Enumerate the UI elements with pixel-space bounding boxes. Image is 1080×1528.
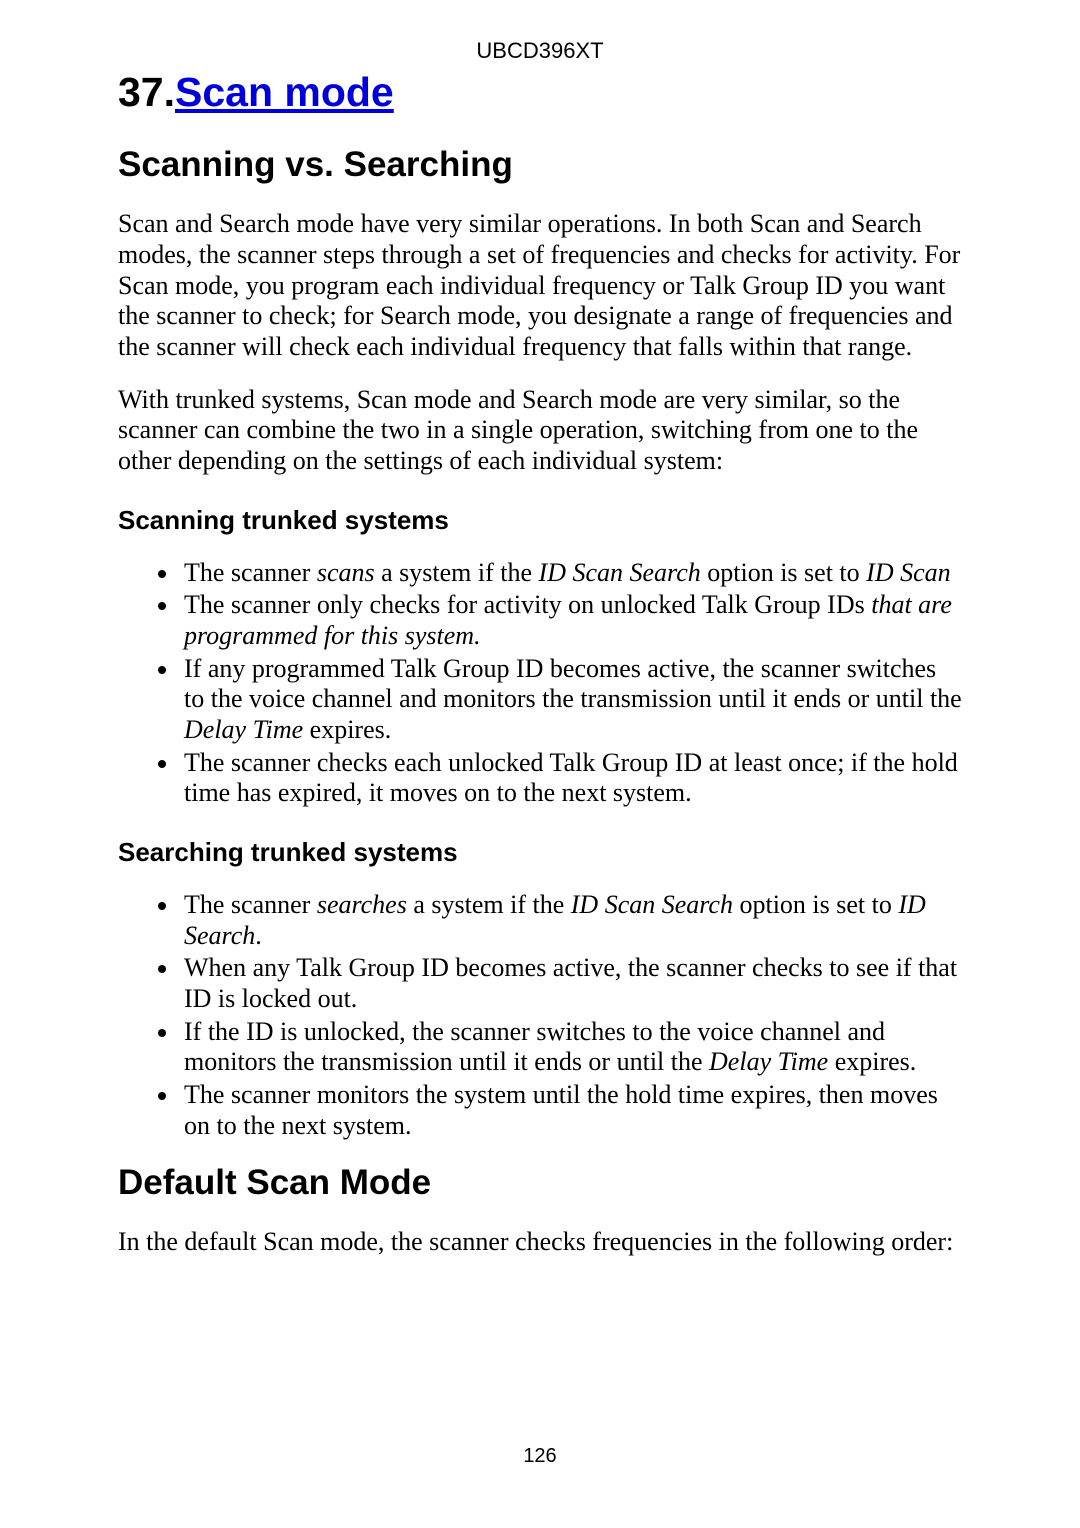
italic-text: ID Scan Search	[539, 558, 701, 587]
list-item: The scanner searches a system if the ID …	[180, 890, 962, 951]
list-item: If the ID is unlocked, the scanner switc…	[180, 1017, 962, 1078]
paragraph: With trunked systems, Scan mode and Sear…	[118, 385, 962, 477]
list-item: When any Talk Group ID becomes active, t…	[180, 953, 962, 1014]
bullet-list: The scanner searches a system if the ID …	[118, 890, 962, 1141]
heading-scanning-vs-searching: Scanning vs. Searching	[118, 145, 962, 185]
document-title: 37.Scan mode	[118, 68, 962, 117]
italic-text: scans	[317, 558, 375, 587]
header-model: UBCD396XT	[118, 38, 962, 64]
text: The scanner	[184, 558, 317, 587]
text: a system if the	[375, 558, 539, 587]
heading-scanning-trunked: Scanning trunked systems	[118, 505, 962, 536]
list-item: The scanner monitors the system until th…	[180, 1080, 962, 1141]
title-number: 37.	[118, 69, 175, 115]
text: a system if the	[407, 890, 571, 919]
text: option is set to	[701, 558, 866, 587]
title-link[interactable]: Scan mode	[175, 69, 394, 115]
text: The scanner	[184, 890, 317, 919]
text: expires.	[828, 1047, 916, 1076]
text: If any programmed Talk Group ID becomes …	[184, 654, 962, 714]
page-number: 126	[0, 1445, 1080, 1468]
bullet-list: The scanner scans a system if the ID Sca…	[118, 558, 962, 809]
page-container: UBCD396XT 37.Scan mode Scanning vs. Sear…	[0, 0, 1080, 1528]
italic-text: Delay Time	[184, 715, 303, 744]
list-item: The scanner scans a system if the ID Sca…	[180, 558, 962, 589]
text: .	[255, 921, 262, 950]
italic-text: Delay Time	[709, 1047, 828, 1076]
paragraph: Scan and Search mode have very similar o…	[118, 209, 962, 362]
italic-text: searches	[317, 890, 407, 919]
text: option is set to	[733, 890, 898, 919]
list-item: The scanner checks each unlocked Talk Gr…	[180, 748, 962, 809]
list-item: If any programmed Talk Group ID becomes …	[180, 654, 962, 746]
text: The scanner only checks for activity on …	[184, 590, 871, 619]
heading-searching-trunked: Searching trunked systems	[118, 837, 962, 868]
italic-text: ID Scan	[866, 558, 950, 587]
text: expires.	[303, 715, 391, 744]
italic-text: ID Scan Search	[571, 890, 733, 919]
heading-default-scan-mode: Default Scan Mode	[118, 1163, 962, 1203]
list-item: The scanner only checks for activity on …	[180, 590, 962, 651]
paragraph: In the default Scan mode, the scanner ch…	[118, 1227, 962, 1258]
